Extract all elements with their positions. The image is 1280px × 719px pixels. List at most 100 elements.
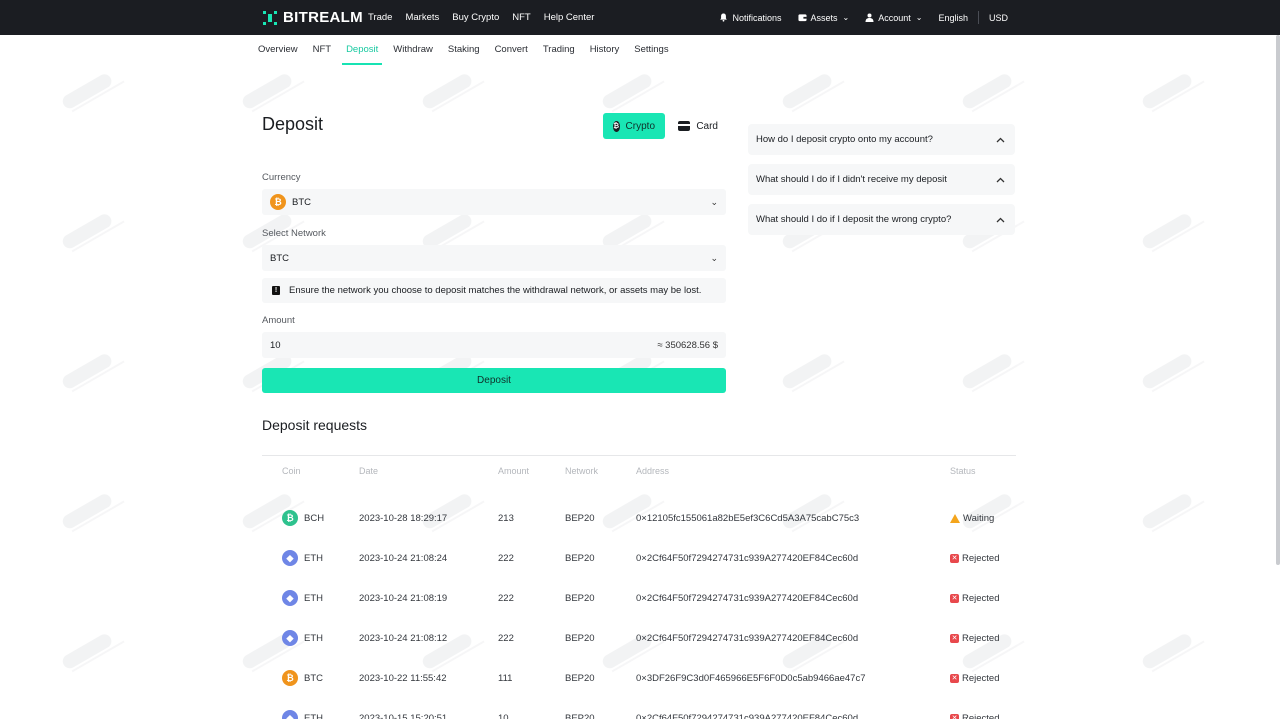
brand-logo[interactable]: BITREALM xyxy=(262,9,363,26)
watermark xyxy=(600,64,670,115)
rejected-icon: ✕ xyxy=(950,673,959,683)
assets-menu[interactable]: Assets ⌄ xyxy=(797,13,849,23)
btc-icon: ₿ xyxy=(282,670,298,686)
faq-question: How do I deposit crypto onto my account? xyxy=(756,134,933,145)
network-cell: BEP20 xyxy=(565,672,595,684)
top-bar: BITREALM Trade Markets Buy Crypto NFT He… xyxy=(0,0,1280,35)
status-cell: ✕ Rejected xyxy=(950,618,1000,658)
faq-item[interactable]: How do I deposit crypto onto my account? xyxy=(748,124,1015,155)
tab-settings[interactable]: Settings xyxy=(634,35,668,65)
account-label: Account xyxy=(878,12,911,23)
watermark xyxy=(1140,204,1210,255)
address-cell: 0×2Cf64F50f7294274731c939A277420EF84Cec6… xyxy=(636,632,859,644)
bitcoin-icon: ₿ xyxy=(270,194,286,210)
tab-convert[interactable]: Convert xyxy=(495,35,528,65)
bitcoin-icon: ₿ xyxy=(613,120,620,132)
table-row[interactable]: ◆ ETH 2023-10-24 21:08:19 222 BEP20 0×2Cf64F5… xyxy=(262,578,1016,618)
deposit-submit-button[interactable]: Deposit xyxy=(262,368,726,393)
column-header-date: Date xyxy=(359,466,379,476)
amount-label: Amount xyxy=(262,315,295,326)
watermark xyxy=(1140,344,1210,395)
faq-item[interactable]: What should I do if I didn't receive my … xyxy=(748,164,1015,195)
address-cell: 0×3DF26F9C3d0F465966E5F6F0D0c5ab9466ae47… xyxy=(636,672,866,684)
chevron-down-icon: ⌄ xyxy=(710,252,718,263)
currency-selector[interactable]: USD xyxy=(989,13,1008,23)
topnav-markets[interactable]: Markets xyxy=(405,12,439,23)
date-cell: 2023-10-28 18:29:17 xyxy=(359,512,448,524)
watermark xyxy=(1140,64,1210,115)
network-cell: BEP20 xyxy=(565,512,595,524)
status-label: Waiting xyxy=(963,512,995,524)
watermark xyxy=(780,344,850,395)
topnav-nft[interactable]: NFT xyxy=(512,12,530,23)
currency-label: Currency xyxy=(262,172,301,183)
eth-icon: ◆ xyxy=(282,710,298,719)
date-cell: 2023-10-24 21:08:19 xyxy=(359,592,448,604)
coin-name: ETH xyxy=(304,632,323,644)
network-select[interactable]: BTC ⌄ xyxy=(262,245,726,271)
table-row[interactable]: ₿ BTC 2023-10-22 11:55:42 111 BEP20 0×3DF26F9… xyxy=(262,658,1016,698)
watermark xyxy=(1140,624,1210,675)
amount-input[interactable]: 10 ≈ 350628.56 $ xyxy=(262,332,726,358)
method-card-label: Card xyxy=(696,120,718,132)
info-icon: ! xyxy=(272,286,280,295)
tab-deposit[interactable]: Deposit xyxy=(342,35,383,65)
tab-staking[interactable]: Staking xyxy=(448,35,480,65)
topnav-help-center[interactable]: Help Center xyxy=(544,12,595,23)
date-cell: 2023-10-22 11:55:42 xyxy=(359,672,447,684)
top-right-menu: Notifications Assets ⌄ Account ⌄ English… xyxy=(703,0,1008,35)
network-warning-text: Ensure the network you choose to deposit… xyxy=(289,285,702,296)
date-cell: 2023-10-15 15:20:51 xyxy=(359,712,448,719)
status-cell: ✕ Rejected xyxy=(950,658,1000,698)
tab-overview[interactable]: Overview xyxy=(258,35,298,65)
topnav-trade[interactable]: Trade xyxy=(368,12,392,23)
topnav-buy-crypto[interactable]: Buy Crypto xyxy=(452,12,499,23)
coin-name: BCH xyxy=(304,512,325,524)
table-row[interactable]: ₿ BCH 2023-10-28 18:29:17 213 BEP20 0×12105fc… xyxy=(262,498,1016,538)
faq-question: What should I do if I didn't receive my … xyxy=(756,174,947,185)
method-card-button[interactable]: Card xyxy=(668,113,728,139)
credit-card-icon xyxy=(678,121,691,131)
amount-value: 10 xyxy=(270,339,281,351)
table-row[interactable]: ◆ ETH 2023-10-24 21:08:24 222 BEP20 0×2Cf64F5… xyxy=(262,538,1016,578)
watermark xyxy=(960,64,1030,115)
amount-cell: 10 xyxy=(498,712,509,719)
status-cell: ✕ Rejected xyxy=(950,538,1000,578)
amount-cell: 111 xyxy=(498,672,513,684)
status-label: Rejected xyxy=(962,552,1000,564)
tab-nft[interactable]: NFT xyxy=(313,35,331,65)
date-cell: 2023-10-24 21:08:12 xyxy=(359,632,448,644)
tab-withdraw[interactable]: Withdraw xyxy=(393,35,433,65)
chevron-down-icon: ⌄ xyxy=(915,13,923,22)
column-header-status: Status xyxy=(950,466,976,476)
tab-trading[interactable]: Trading xyxy=(543,35,575,65)
currency-select[interactable]: ₿ BTC ⌄ xyxy=(262,189,726,215)
faq-item[interactable]: What should I do if I deposit the wrong … xyxy=(748,204,1015,235)
watermark xyxy=(1140,484,1210,535)
amount-cell: 222 xyxy=(498,632,514,644)
wallet-icon xyxy=(797,14,807,22)
method-crypto-button[interactable]: ₿ Crypto xyxy=(603,113,665,139)
tab-history[interactable]: History xyxy=(590,35,620,65)
status-label: Rejected xyxy=(962,672,1000,684)
bitrealm-logo-icon xyxy=(262,10,278,26)
bch-icon: ₿ xyxy=(282,510,298,526)
brand-name: BITREALM xyxy=(283,9,363,26)
scrollbar[interactable] xyxy=(1276,35,1280,565)
table-row[interactable]: ◆ ETH 2023-10-24 21:08:12 222 BEP20 0×2Cf64F5… xyxy=(262,618,1016,658)
user-icon xyxy=(865,13,874,22)
coin-cell: ◆ ETH xyxy=(282,698,323,719)
status-cell: ✕ Rejected xyxy=(950,578,1000,618)
language-selector[interactable]: English xyxy=(938,13,968,23)
status-label: Rejected xyxy=(962,632,1000,644)
network-label: Select Network xyxy=(262,228,326,239)
account-menu[interactable]: Account ⌄ xyxy=(865,13,922,23)
notifications-button[interactable]: Notifications xyxy=(719,13,782,23)
coin-cell: ◆ ETH xyxy=(282,578,323,618)
bell-icon xyxy=(720,13,728,22)
table-row[interactable]: ◆ ETH 2023-10-15 15:20:51 10 BEP20 0×2Cf64F50… xyxy=(262,698,1016,719)
amount-cell: 222 xyxy=(498,592,514,604)
status-label: Rejected xyxy=(962,592,1000,604)
eth-icon: ◆ xyxy=(282,550,298,566)
watermark xyxy=(420,64,490,115)
